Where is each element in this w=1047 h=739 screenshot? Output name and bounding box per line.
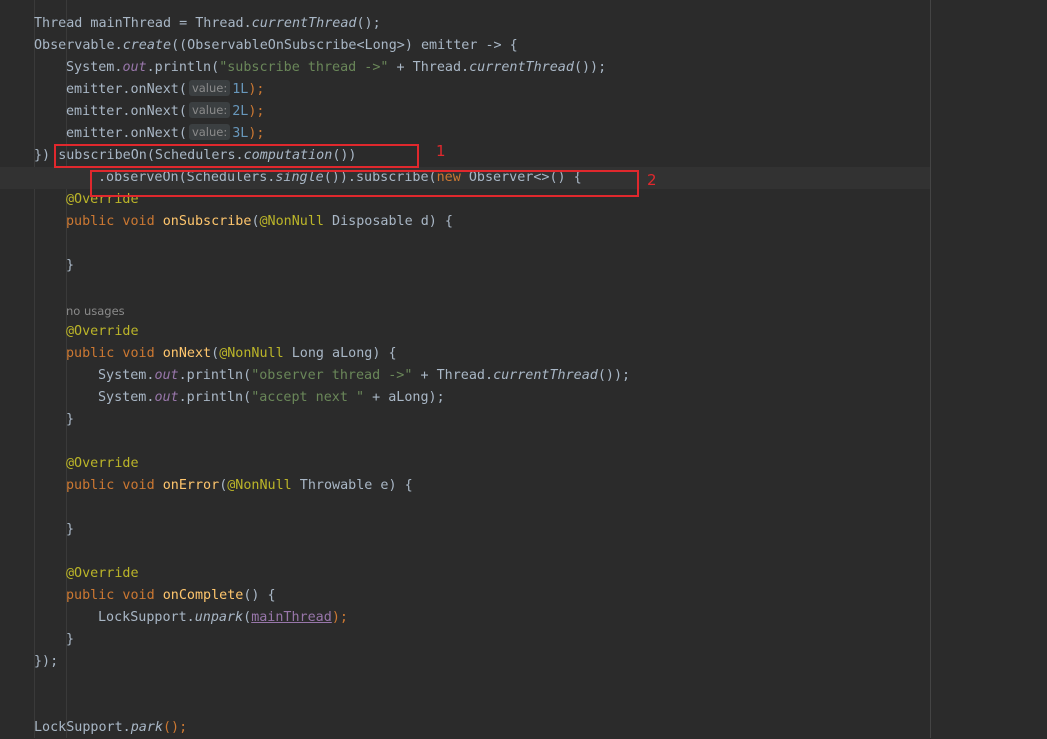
code-line-13[interactable]: public void onNext(@NonNull Long aLong) … <box>0 343 930 365</box>
code-token: + aLong); <box>364 390 445 405</box>
code-token: .println( <box>146 60 220 75</box>
code-token: ( <box>251 214 260 229</box>
code-token: emitter.onNext( <box>66 104 187 119</box>
code-line-12[interactable]: @Override <box>0 321 930 343</box>
code-token: Thread mainThread = Thread. <box>34 16 252 31</box>
code-line-5[interactable]: emitter.onNext(value: 2L); <box>0 101 930 123</box>
code-token: @Override <box>66 566 139 581</box>
code-token: ()); <box>597 368 631 383</box>
code-token: LockSupport. <box>98 610 195 625</box>
code-token: 1L <box>232 82 249 97</box>
code-line-25[interactable]: LockSupport.park(); <box>0 717 930 739</box>
code-token: } <box>66 412 75 427</box>
code-token: @NonNull <box>227 478 292 493</box>
code-token: public void <box>66 346 163 361</box>
code-token: onNext <box>162 346 212 361</box>
code-token: Throwable e) { <box>291 478 413 493</box>
code-token: "accept next " <box>251 390 365 405</box>
code-token: @Override <box>66 456 139 471</box>
code-line-23[interactable]: } <box>0 629 930 651</box>
code-token: System. <box>66 60 123 75</box>
code-line-18[interactable]: public void onError(@NonNull Throwable e… <box>0 475 930 497</box>
code-token: 3L <box>232 126 249 141</box>
code-token: park <box>130 720 163 735</box>
code-token: } <box>66 258 75 273</box>
right-gutter <box>931 0 1047 738</box>
code-token: public void <box>66 588 163 603</box>
code-token: currentThread <box>493 368 598 383</box>
code-token: ( <box>243 610 252 625</box>
highlight-label-1: 1 <box>436 142 446 160</box>
code-line-4[interactable]: emitter.onNext(value: 1L); <box>0 79 930 101</box>
code-token: mainThread <box>251 610 332 625</box>
code-token: ); <box>248 126 265 141</box>
code-line-11[interactable]: } <box>0 255 930 277</box>
code-token: } <box>66 522 75 537</box>
code-line-21[interactable]: public void onComplete() { <box>0 585 930 607</box>
code-line-1[interactable]: Thread mainThread = Thread.currentThread… <box>0 13 930 35</box>
code-line-19[interactable]: } <box>0 519 930 541</box>
code-token: (); <box>163 720 188 735</box>
code-token: ((ObservableOnSubscribe<Long>) emitter -… <box>171 38 518 53</box>
code-token: @Override <box>66 324 139 339</box>
code-token: Disposable d) { <box>324 214 453 229</box>
code-line-10[interactable]: public void onSubscribe(@NonNull Disposa… <box>0 211 930 233</box>
code-token: out <box>154 390 179 405</box>
code-line-2[interactable]: Observable.create((ObservableOnSubscribe… <box>0 35 930 57</box>
code-token: "subscribe thread ->" <box>219 60 389 75</box>
parameter-hint: value: <box>188 124 231 140</box>
code-line-24[interactable]: }); <box>0 651 930 673</box>
code-token: @NonNull <box>219 346 284 361</box>
highlight-label-2: 2 <box>647 171 657 189</box>
code-token: (); <box>356 16 381 31</box>
code-token: out <box>154 368 179 383</box>
code-token: ); <box>248 82 265 97</box>
code-line-14[interactable]: System.out.println("observer thread ->" … <box>0 365 930 387</box>
code-token: + Thread. <box>388 60 470 75</box>
code-token: 2L <box>232 104 249 119</box>
code-token: .println( <box>178 390 252 405</box>
code-token: System. <box>98 390 155 405</box>
code-token: emitter.onNext( <box>66 126 187 141</box>
code-token: LockSupport. <box>34 720 131 735</box>
code-token: ); <box>248 104 265 119</box>
code-token: unpark <box>194 610 244 625</box>
code-token: }); <box>34 654 59 669</box>
code-token: () { <box>243 588 276 603</box>
code-token: onError <box>162 478 220 493</box>
code-token: ( <box>211 346 220 361</box>
code-token: out <box>122 60 147 75</box>
code-line-16[interactable]: } <box>0 409 930 431</box>
code-token: ()); <box>573 60 607 75</box>
highlight-box-1 <box>54 144 419 168</box>
parameter-hint: value: <box>188 80 231 96</box>
usages-inlay-hint[interactable]: no usages <box>66 300 125 322</box>
code-token: Long aLong) { <box>283 346 397 361</box>
code-token: "observer thread ->" <box>251 368 413 383</box>
code-token: onSubscribe <box>162 214 252 229</box>
code-line-22[interactable]: LockSupport.unpark(mainThread); <box>0 607 930 629</box>
code-token: @NonNull <box>259 214 325 229</box>
code-line-3[interactable]: System.out.println("subscribe thread ->"… <box>0 57 930 79</box>
highlight-box-2 <box>90 170 639 197</box>
code-token: public void <box>66 214 163 229</box>
code-token: .println( <box>178 368 252 383</box>
code-line-6[interactable]: emitter.onNext(value: 3L); <box>0 123 930 145</box>
code-editor[interactable]: Thread mainThread = Thread.currentThread… <box>0 0 1047 738</box>
code-token: public void <box>66 478 163 493</box>
code-token: currentThread <box>469 60 574 75</box>
code-token: ); <box>331 610 348 625</box>
code-token: create <box>122 38 172 53</box>
code-token: currentThread <box>251 16 357 31</box>
code-line-17[interactable]: @Override <box>0 453 930 475</box>
parameter-hint: value: <box>188 102 231 118</box>
code-token: Observable. <box>34 38 123 53</box>
code-line-20[interactable]: @Override <box>0 563 930 585</box>
code-line-15[interactable]: System.out.println("accept next " + aLon… <box>0 387 930 409</box>
code-token: emitter.onNext( <box>66 82 187 97</box>
code-token: } <box>66 632 75 647</box>
code-token: System. <box>98 368 155 383</box>
code-token: + Thread. <box>412 368 494 383</box>
code-token: onComplete <box>162 588 244 603</box>
